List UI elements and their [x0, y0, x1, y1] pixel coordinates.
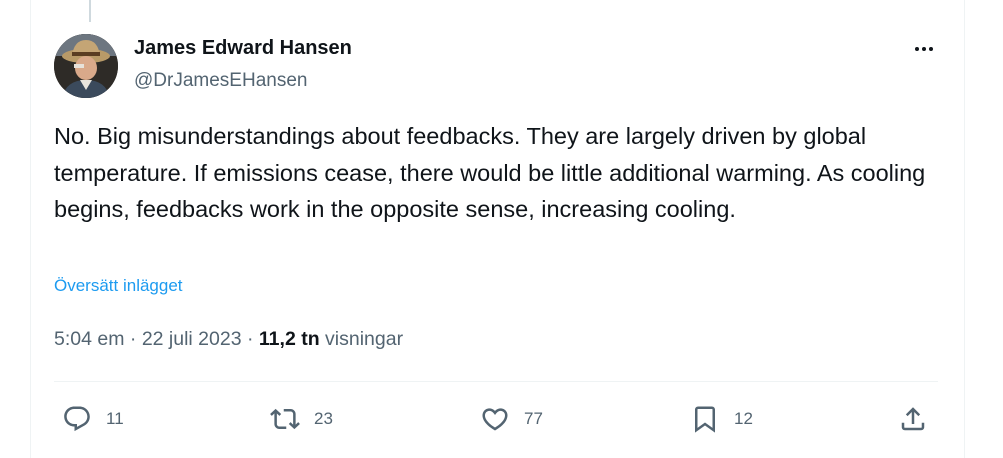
views-label[interactable]: visningar	[325, 328, 403, 350]
tweet-card	[30, 0, 965, 458]
thread-connector-line	[89, 0, 91, 22]
views-count[interactable]: 11,2 tn	[259, 328, 320, 350]
avatar[interactable]	[54, 34, 118, 98]
meta-separator: ·	[124, 328, 142, 350]
author-handle[interactable]: @DrJamesEHansen	[134, 70, 307, 92]
bookmark-icon	[695, 406, 715, 433]
translate-post-link[interactable]: Översätt inlägget	[54, 276, 183, 296]
reply-count: 11	[106, 409, 124, 428]
like-button[interactable]: 77	[480, 402, 543, 436]
more-options-icon[interactable]	[906, 36, 942, 62]
share-icon	[901, 407, 925, 431]
retweet-button[interactable]: 23	[270, 402, 333, 436]
more-dot	[922, 47, 926, 51]
reply-icon	[64, 406, 90, 432]
divider	[54, 381, 938, 382]
tweet-meta: 5:04 em · 22 juli 2023 · 11,2 tn visning…	[54, 328, 403, 351]
bookmark-count: 12	[734, 409, 753, 428]
bookmark-button[interactable]: 12	[690, 402, 753, 436]
meta-separator: ·	[241, 328, 259, 350]
retweet-count: 23	[314, 409, 333, 428]
tweet-time[interactable]: 5:04 em	[54, 328, 124, 350]
share-button[interactable]	[898, 402, 928, 436]
tweet-date[interactable]: 22 juli 2023	[142, 328, 242, 350]
heart-icon	[482, 408, 508, 431]
retweet-icon	[270, 408, 300, 430]
avatar-photo	[54, 34, 118, 98]
more-dot	[929, 47, 933, 51]
like-count: 77	[524, 409, 543, 428]
more-dot	[915, 47, 919, 51]
reply-button[interactable]: 11	[62, 402, 124, 436]
tweet-text: No. Big misunderstandings about feedback…	[54, 123, 926, 222]
author-name[interactable]: James Edward Hansen	[134, 37, 352, 60]
